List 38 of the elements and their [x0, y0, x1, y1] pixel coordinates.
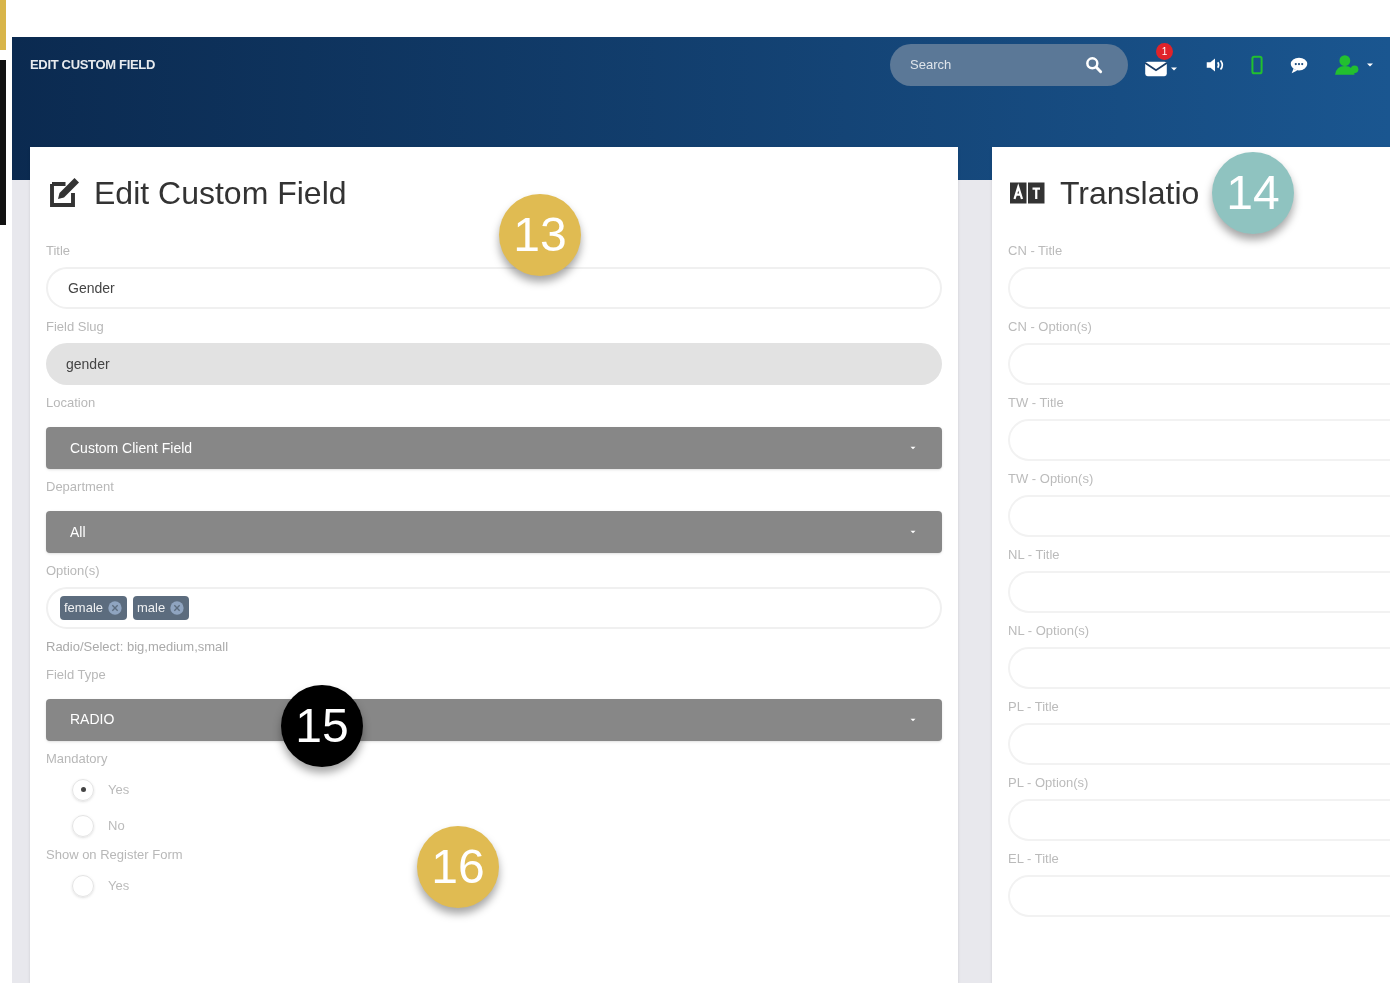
field-label: PL - Title: [1008, 698, 1060, 716]
card-title: Translatio: [1060, 177, 1200, 209]
tag[interactable]: male: [133, 596, 190, 620]
remove-icon[interactable]: [107, 600, 124, 616]
field-label: Field Type: [46, 665, 107, 684]
dropdown-value: Custom Client Field: [70, 438, 193, 458]
field-label: CN - Title: [1008, 242, 1064, 260]
search-field[interactable]: Search: [890, 43, 1080, 86]
radio-label: Yes: [108, 876, 130, 895]
field-label: Title: [46, 242, 72, 260]
readonly-field[interactable]: gender: [46, 343, 942, 385]
tag[interactable]: female: [60, 596, 128, 620]
remove-icon[interactable]: [169, 600, 186, 616]
field-label: TW - Title: [1008, 394, 1065, 412]
card-title: Edit Custom Field: [94, 177, 347, 209]
field-label: Department: [46, 478, 115, 496]
field-label: PL - Option(s): [1008, 774, 1090, 792]
help-text: Radio/Select: big,medium,small: [46, 638, 230, 656]
input-field[interactable]: Gender: [46, 267, 942, 309]
field-label: Location: [46, 394, 97, 412]
field-label: NL - Option(s): [1008, 622, 1091, 640]
radio-label: No: [108, 816, 125, 835]
field-label: NL - Title: [1008, 546, 1061, 564]
dropdown[interactable]: Custom Client Field: [46, 427, 942, 469]
search-icon[interactable]: [1084, 54, 1104, 75]
dropdown[interactable]: All: [46, 511, 942, 553]
radio-label: Yes: [108, 780, 130, 799]
field-label: Option(s): [46, 562, 101, 580]
page-title: EDIT CUSTOM FIELD: [30, 55, 155, 74]
dropdown-value: RADIO: [70, 710, 115, 729]
field-label: EL - Title: [1008, 850, 1060, 868]
field-label: TW - Option(s): [1008, 470, 1095, 488]
field-label: Show on Register Form: [46, 845, 184, 864]
field-label: Mandatory: [46, 749, 109, 768]
dropdown-value: All: [70, 522, 86, 542]
field-label: Field Slug: [46, 318, 105, 336]
tag-input-field[interactable]: female male: [46, 587, 942, 629]
field-label: CN - Option(s): [1008, 318, 1093, 336]
